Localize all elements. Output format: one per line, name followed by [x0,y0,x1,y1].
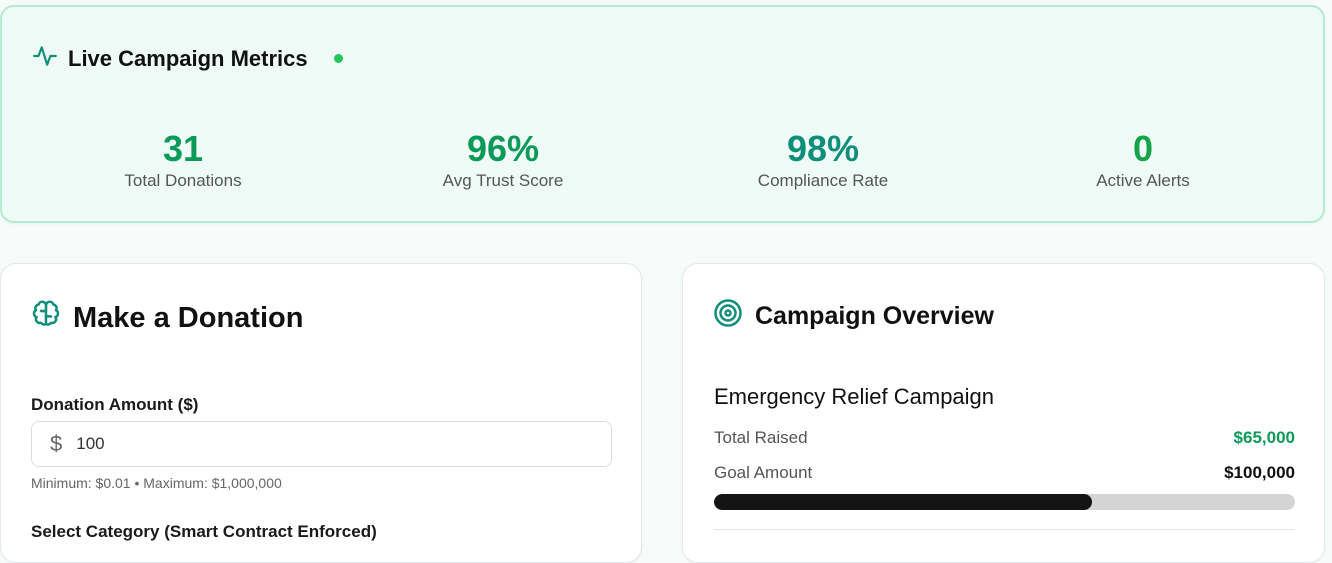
funding-progress-fill [714,494,1092,510]
campaign-name: Emergency Relief Campaign [714,384,995,409]
total-raised-value: $65,000 [1233,428,1295,447]
brain-icon [31,299,61,337]
stat-label: Total Donations [124,171,242,190]
goal-amount-row: Goal Amount $100,000 [714,463,1295,483]
overview-card-header: Campaign Overview [713,298,994,335]
metrics-header: Live Campaign Metrics [32,43,343,74]
campaign-overview-card: Campaign Overview Emergency Relief Campa… [682,263,1325,563]
total-raised-label: Total Raised [714,428,808,447]
metrics-title: Live Campaign Metrics [68,45,308,71]
divider [714,529,1295,530]
stat-value: 98% [786,128,860,169]
live-metrics-panel: Live Campaign Metrics 31 Total Donations… [0,5,1325,223]
goal-amount-label: Goal Amount [714,463,813,482]
funding-progress-bar [714,494,1295,510]
live-status-dot [333,54,343,63]
stat-label: Active Alerts [1096,171,1190,190]
stat-label: Avg Trust Score [442,171,564,190]
activity-icon [32,43,58,74]
category-select-label: Select Category (Smart Contract Enforced… [31,522,377,541]
stat-total-donations: 31 Total Donations [33,129,333,191]
stat-value: 96% [466,128,540,169]
donation-amount-input[interactable] [76,434,557,454]
stat-label: Compliance Rate [757,171,889,190]
dollar-icon: $ [50,431,63,456]
donation-amount-label: Donation Amount ($) [31,395,199,414]
stat-value: 0 [1132,128,1154,169]
donation-card-header: Make a Donation [31,299,303,337]
stat-value: 31 [162,128,204,169]
donation-amount-hint: Minimum: $0.01 • Maximum: $1,000,000 [31,475,282,491]
stat-active-alerts: 0 Active Alerts [993,129,1293,191]
donation-amount-field[interactable]: $ [31,421,612,467]
donation-card: Make a Donation Donation Amount ($) $ Mi… [0,263,642,563]
total-raised-row: Total Raised $65,000 [714,428,1295,448]
target-icon [713,298,743,335]
stat-compliance-rate: 98% Compliance Rate [673,129,973,191]
overview-card-title: Campaign Overview [755,302,994,330]
goal-amount-value: $100,000 [1224,463,1295,482]
donation-card-title: Make a Donation [73,301,304,334]
stat-avg-trust-score: 96% Avg Trust Score [353,129,653,191]
